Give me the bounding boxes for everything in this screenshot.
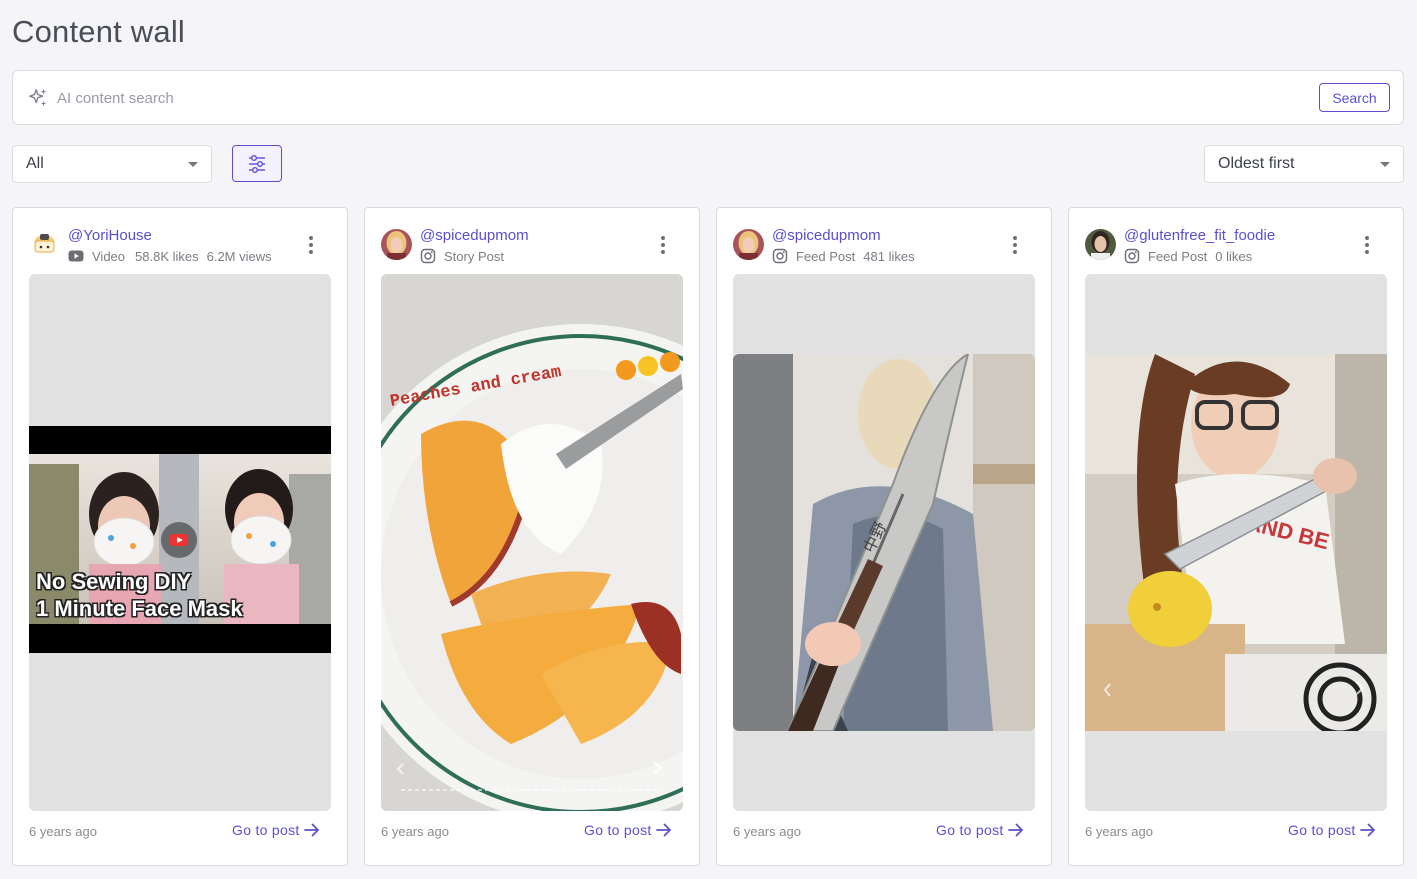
go-to-post-label: Go to post (936, 822, 1004, 838)
ai-search-bar: Search (12, 70, 1404, 125)
post-type: Video (92, 248, 126, 264)
post-meta: Story Post (420, 248, 504, 264)
avatar[interactable] (733, 229, 764, 260)
search-button[interactable]: Search (1319, 83, 1390, 112)
caret-down-icon (188, 162, 198, 167)
post-date: 6 years ago (29, 824, 97, 839)
content-type-value: All (26, 155, 44, 172)
go-to-post-link[interactable]: Go to post (232, 822, 320, 838)
filter-settings-button[interactable] (232, 145, 282, 182)
more-options-icon[interactable] (301, 236, 321, 256)
go-to-post-link[interactable]: Go to post (936, 822, 1024, 838)
content-card: @spicedupmom Story Post Peaches and crea… (364, 207, 700, 866)
video-frame: No Sewing DIY 1 Minute Face Mask (29, 426, 331, 653)
creator-handle-link[interactable]: @spicedupmom (772, 227, 881, 244)
video-caption: No Sewing DIY 1 Minute Face Mask (36, 568, 243, 622)
sliders-icon (249, 154, 265, 173)
likes-count: 481 likes (863, 248, 915, 264)
more-options-icon[interactable] (1005, 236, 1025, 256)
story-image: Peaches and cream (381, 274, 683, 811)
page-title: Content wall (12, 14, 185, 49)
content-card: @YoriHouse Video 58.8K likes 6.2M views (12, 207, 348, 866)
instagram-icon (1124, 248, 1140, 264)
post-date: 6 years ago (733, 824, 801, 839)
instagram-icon (420, 248, 436, 264)
feed-image: AND BE (1085, 354, 1387, 731)
content-card: @glutenfree_fit_foodie Feed Post 0 likes… (1068, 207, 1404, 866)
post-type: Story Post (444, 248, 504, 264)
post-media[interactable]: Peaches and cream (381, 274, 683, 811)
creator-handle-link[interactable]: @YoriHouse (68, 227, 152, 244)
go-to-post-label: Go to post (584, 822, 652, 838)
post-media[interactable]: AND BE (1085, 274, 1387, 811)
feed-image: 中野 (733, 354, 1035, 731)
views-count: 6.2M views (206, 248, 272, 264)
content-card: @spicedupmom Feed Post 481 likes 中野 6 ye… (716, 207, 1052, 866)
arrow-right-icon (655, 823, 671, 837)
creator-handle-link[interactable]: @spicedupmom (420, 227, 529, 244)
post-meta: Feed Post 0 likes (1124, 248, 1252, 264)
sort-order-value: Oldest first (1218, 155, 1295, 172)
post-meta: Video 58.8K likes 6.2M views (68, 248, 272, 264)
post-date: 6 years ago (1085, 824, 1153, 839)
go-to-post-label: Go to post (1288, 822, 1356, 838)
content-type-select[interactable]: All (12, 145, 212, 183)
post-meta: Feed Post 481 likes (772, 248, 915, 264)
sparkle-icon (29, 88, 47, 107)
avatar[interactable] (29, 229, 60, 260)
creator-handle-link[interactable]: @glutenfree_fit_foodie (1124, 227, 1275, 244)
video-caption-line: 1 Minute Face Mask (36, 596, 243, 621)
post-media[interactable]: No Sewing DIY 1 Minute Face Mask (29, 274, 331, 811)
post-type: Feed Post (796, 248, 856, 264)
go-to-post-link[interactable]: Go to post (584, 822, 672, 838)
arrow-right-icon (1359, 823, 1375, 837)
instagram-icon (772, 248, 788, 264)
avatar[interactable] (1085, 229, 1116, 260)
likes-count: 0 likes (1215, 248, 1253, 264)
video-caption-line: No Sewing DIY (36, 569, 192, 594)
post-type: Feed Post (1148, 248, 1208, 264)
ai-search-input[interactable] (57, 85, 1257, 111)
likes-count: 58.8K likes (135, 248, 199, 264)
caret-down-icon (1380, 162, 1390, 167)
post-date: 6 years ago (381, 824, 449, 839)
go-to-post-label: Go to post (232, 822, 300, 838)
more-options-icon[interactable] (1357, 236, 1377, 256)
more-options-icon[interactable] (653, 236, 673, 256)
sort-order-select[interactable]: Oldest first (1204, 145, 1404, 183)
go-to-post-link[interactable]: Go to post (1288, 822, 1376, 838)
post-media[interactable]: 中野 (733, 274, 1035, 811)
arrow-right-icon (1007, 823, 1023, 837)
avatar[interactable] (381, 229, 412, 260)
arrow-right-icon (303, 823, 319, 837)
youtube-icon (68, 250, 84, 262)
